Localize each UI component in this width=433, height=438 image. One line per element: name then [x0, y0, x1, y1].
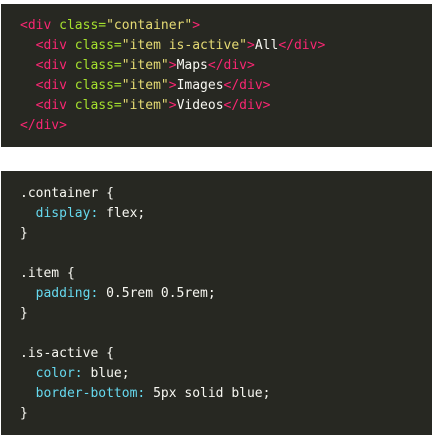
- css-code-line: [20, 324, 432, 344]
- code-token: .is-active {: [20, 346, 114, 361]
- code-token: class=: [59, 18, 107, 33]
- code-token: flex;: [106, 206, 146, 221]
- html-code-block: <div class="container"> <div class="item…: [1, 4, 432, 147]
- code-token: "item": [121, 98, 169, 113]
- code-token: >: [247, 38, 255, 53]
- css-code-line: .container {: [20, 184, 432, 204]
- css-code-line: padding: 0.5rem 0.5rem;: [20, 284, 432, 304]
- code-token: </div>: [278, 38, 326, 53]
- code-token: color:: [20, 366, 91, 381]
- code-token: >: [192, 18, 201, 33]
- css-code-line: [20, 244, 432, 264]
- css-code-block: .container { display: flex;} .item { padd…: [1, 171, 432, 435]
- css-code-line: color: blue;: [20, 364, 432, 384]
- html-code-line: </div>: [20, 116, 432, 136]
- code-token: class=: [74, 98, 122, 113]
- code-token: "container": [106, 18, 193, 33]
- code-token: <div: [20, 58, 75, 73]
- code-token: Images: [176, 78, 224, 93]
- css-code-line: .item {: [20, 264, 432, 284]
- code-token: padding:: [20, 286, 107, 301]
- code-token: .item {: [20, 266, 75, 281]
- code-token: blue;: [90, 366, 130, 381]
- html-code-line: <div class="item">Maps</div>: [20, 56, 432, 76]
- code-token: "item": [121, 58, 169, 73]
- css-code-line: display: flex;: [20, 204, 432, 224]
- code-token: "item": [121, 78, 169, 93]
- css-code-line: }: [20, 404, 432, 424]
- code-token: "item is-active": [121, 38, 247, 53]
- code-token: display:: [20, 206, 107, 221]
- code-token: Videos: [176, 98, 224, 113]
- code-token: border-bottom:: [20, 386, 154, 401]
- code-token: .container {: [20, 186, 114, 201]
- code-token: class=: [74, 58, 122, 73]
- code-token: </div>: [207, 58, 255, 73]
- css-code-line: }: [20, 304, 432, 324]
- code-token: }: [20, 226, 28, 241]
- code-token: </div>: [223, 78, 271, 93]
- css-code-line: }: [20, 224, 432, 244]
- code-token: <div: [20, 78, 75, 93]
- code-token: >: [168, 58, 177, 73]
- css-code-line: .is-active {: [20, 344, 432, 364]
- code-token: 0.5rem 0.5rem;: [106, 286, 216, 301]
- code-token: }: [20, 306, 28, 321]
- code-token: All: [254, 38, 279, 53]
- code-token: <div: [20, 98, 75, 113]
- code-token: <div: [20, 18, 60, 33]
- code-token: >: [168, 98, 177, 113]
- code-token: }: [20, 406, 28, 421]
- css-code-line: border-bottom: 5px solid blue;: [20, 384, 432, 404]
- code-token: </div>: [223, 98, 271, 113]
- code-token: class=: [74, 38, 122, 53]
- html-code-line: <div class="item">Videos</div>: [20, 96, 432, 116]
- code-token: </div>: [20, 118, 67, 133]
- html-code-line: <div class="item">Images</div>: [20, 76, 432, 96]
- html-code-line: <div class="container">: [20, 16, 432, 36]
- code-token: <div: [20, 38, 75, 53]
- code-token: Maps: [176, 58, 208, 73]
- code-token: >: [168, 78, 177, 93]
- html-code-line: <div class="item is-active">All</div>: [20, 36, 432, 56]
- code-token: class=: [74, 78, 122, 93]
- code-token: 5px solid blue;: [153, 386, 271, 401]
